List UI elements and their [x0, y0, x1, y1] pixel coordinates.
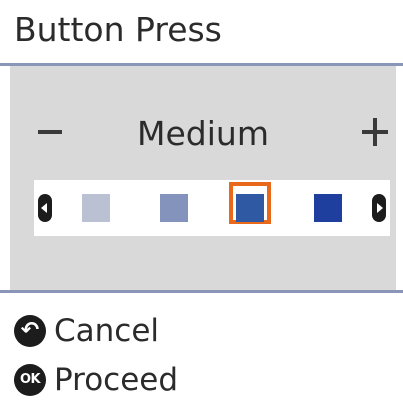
level-selector-panel: Medium	[10, 66, 396, 290]
cancel-button[interactable]: ↶ Cancel	[14, 311, 394, 351]
left-arrow-icon[interactable]	[38, 194, 52, 222]
cancel-label: Cancel	[54, 313, 160, 349]
minus-icon[interactable]	[38, 130, 62, 134]
level-swatch-1[interactable]	[82, 194, 110, 222]
level-row: Medium	[10, 114, 396, 158]
ok-icon-text: OK	[19, 372, 41, 387]
swatch-bar	[34, 180, 390, 236]
level-swatch-3[interactable]	[236, 194, 264, 222]
button-press-screen: Button Press Medium ↶ Cancel OK Proceed	[0, 0, 403, 404]
right-arrow-icon[interactable]	[372, 194, 386, 222]
plus-icon[interactable]	[362, 118, 388, 146]
title-bar: Button Press	[0, 0, 403, 66]
ok-icon: OK	[14, 364, 46, 396]
back-icon: ↶	[14, 315, 46, 347]
proceed-button[interactable]: OK Proceed	[14, 360, 394, 400]
level-swatch-4[interactable]	[314, 194, 342, 222]
proceed-label: Proceed	[54, 362, 179, 398]
level-swatch-2[interactable]	[160, 194, 188, 222]
page-title: Button Press	[14, 10, 222, 49]
level-value-label: Medium	[137, 114, 269, 153]
divider	[0, 290, 403, 293]
